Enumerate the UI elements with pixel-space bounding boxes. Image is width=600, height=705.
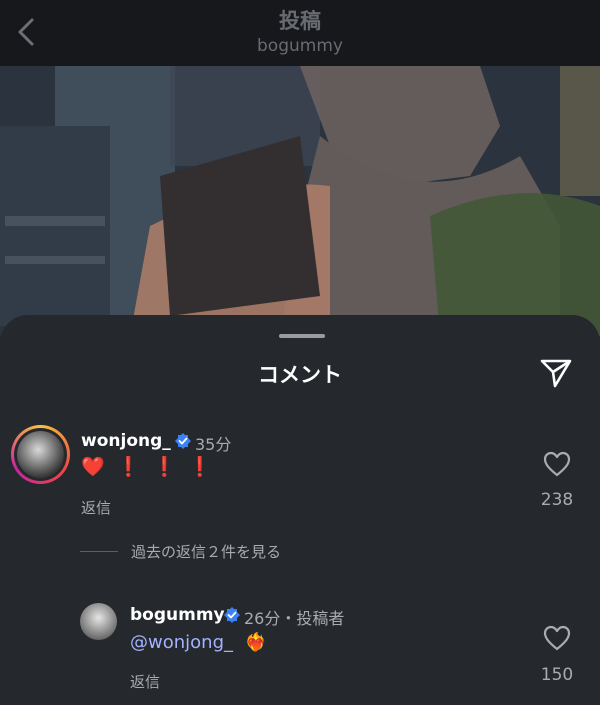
top-bar: 投稿 bogummy bbox=[0, 0, 600, 66]
exclamation-emoji: ❗ bbox=[188, 456, 212, 478]
exclamation-emoji: ❗ bbox=[152, 456, 177, 478]
comments-title: コメント bbox=[258, 363, 342, 387]
comment-text: ❤️ ❗ ❗ ❗ bbox=[81, 455, 212, 478]
mention-link[interactable]: @wonjong_ bbox=[130, 632, 233, 653]
page-title: 投稿 bbox=[279, 9, 321, 33]
comment-username[interactable]: wonjong_ bbox=[81, 431, 171, 451]
exclamation-emoji: ❗ bbox=[116, 456, 141, 478]
replies-divider bbox=[80, 551, 118, 552]
avatar-wonjong[interactable] bbox=[11, 425, 70, 484]
comment-time: 35分 bbox=[195, 435, 232, 454]
drag-handle[interactable] bbox=[279, 334, 325, 338]
like-heart-icon[interactable] bbox=[542, 450, 572, 478]
post-photo bbox=[0, 66, 600, 336]
reply-button[interactable]: 返信 bbox=[81, 497, 111, 518]
verified-badge-icon bbox=[224, 607, 240, 623]
post-photo-illustration bbox=[0, 66, 600, 336]
send-icon[interactable] bbox=[538, 355, 574, 391]
heart-on-fire-emoji: ❤️‍🔥 bbox=[244, 632, 268, 653]
page-subtitle: bogummy bbox=[257, 36, 343, 56]
view-replies-link[interactable]: 過去の返信２件を見る bbox=[131, 541, 281, 562]
like-heart-icon[interactable] bbox=[542, 624, 572, 652]
avatar-bogummy[interactable] bbox=[80, 603, 117, 640]
reply-username[interactable]: bogummy bbox=[130, 605, 225, 625]
verified-badge-icon bbox=[175, 433, 191, 449]
like-count: 238 bbox=[540, 490, 574, 510]
reply-time: 26分・投稿者 bbox=[244, 609, 345, 628]
avatar-photo bbox=[17, 431, 64, 478]
avatar-story-ring-inner bbox=[14, 428, 67, 481]
reply-text: @wonjong_ ❤️‍🔥 bbox=[130, 632, 267, 653]
heart-emoji: ❤️ bbox=[81, 456, 105, 478]
comments-sheet: コメント wonjong_ 35分 ❤️ ❗ ❗ ❗ 返信 238 過去の返信２… bbox=[0, 315, 600, 705]
reply-button[interactable]: 返信 bbox=[130, 671, 160, 692]
like-count: 150 bbox=[540, 665, 574, 685]
